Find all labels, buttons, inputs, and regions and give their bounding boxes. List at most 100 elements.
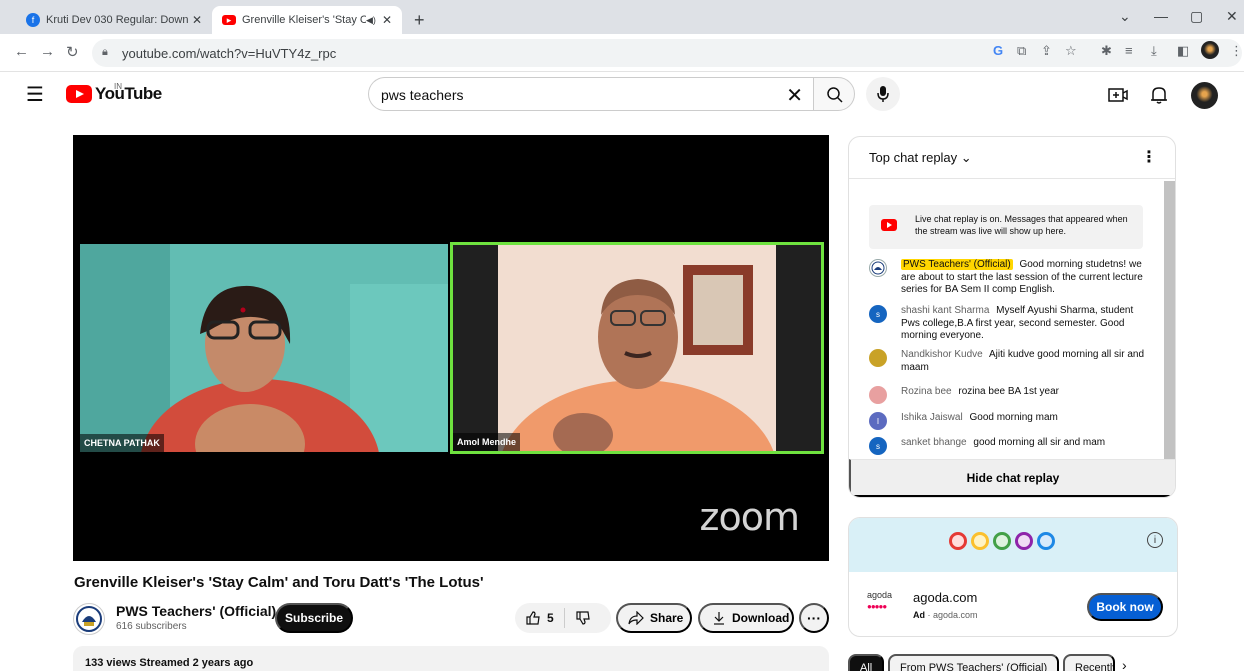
channel-avatar[interactable] (73, 603, 105, 635)
chip-recently-uploaded[interactable]: Recently up (1063, 654, 1115, 671)
chat-message-text: PWS Teachers' (Official) Good morning st… (901, 259, 1149, 297)
browser-toolbar: ← → ↻ 🔒︎ youtube.com/watch?v=HuVTY4z_rpc… (0, 34, 1244, 72)
share-page-icon[interactable]: ⇪ (1041, 43, 1052, 59)
ad-subline: Ad · agoda.com (913, 610, 978, 620)
browser-menu-icon[interactable]: ⋮ (1230, 43, 1243, 59)
ad-info-icon[interactable]: i (1147, 532, 1163, 548)
clear-search-icon[interactable]: ✕ (786, 83, 803, 108)
video-player[interactable]: CHETNA PATHAK Amol Mendhe zoom (73, 135, 829, 561)
minimize-icon[interactable]: — (1154, 8, 1168, 24)
agoda-banner-graphic (949, 532, 1059, 550)
back-arrow-icon[interactable]: ← (14, 43, 29, 60)
chat-avatar: s (869, 305, 887, 323)
chevron-down-icon: ⌄ (960, 150, 972, 165)
speaker-icon[interactable]: ◀) (366, 15, 376, 26)
chat-message-text: Rozina bee rozina bee BA 1st year (901, 386, 1149, 399)
window-close-icon[interactable]: ✕ (1226, 8, 1238, 25)
tab-title: Grenville Kleiser's 'Stay Calm' (242, 14, 367, 26)
search-button[interactable] (813, 77, 855, 111)
tab-search-icon[interactable]: ⌄ (1119, 8, 1131, 25)
share-label: Share (650, 611, 684, 625)
view-count-and-date: 133 views Streamed 2 years ago (85, 657, 254, 669)
chat-author-owner: PWS Teachers' (Official) (901, 259, 1013, 270)
profile-avatar[interactable] (1201, 41, 1219, 59)
browser-tabstrip: f Kruti Dev 030 Regular: Download ✕ ▸ Gr… (0, 0, 1244, 34)
bubble-icon (949, 532, 967, 550)
more-horizontal-icon: ··· (807, 610, 821, 626)
youtube-favicon-icon: ▸ (222, 15, 236, 25)
youtube-play-icon (66, 85, 92, 103)
chat-message-text: Nandkishor Kudve Ajiti kudve good mornin… (901, 349, 1149, 374)
chat-avatar (869, 386, 887, 404)
video-title: Grenville Kleiser's 'Stay Calm' and Toru… (74, 574, 484, 591)
chat-mode-label: Top chat replay (869, 150, 958, 165)
book-now-button[interactable]: Book now (1087, 593, 1163, 621)
download-button[interactable]: Download (698, 603, 794, 633)
install-app-icon[interactable]: ⧉ (1017, 43, 1026, 59)
bookmark-star-icon[interactable]: ☆ (1065, 43, 1077, 59)
chat-avatar: I (869, 412, 887, 430)
extensions-icon[interactable]: ✱ (1101, 43, 1112, 59)
downloads-icon[interactable]: ⤓ (1151, 43, 1157, 59)
chevron-right-icon[interactable]: › (1122, 657, 1127, 671)
like-count: 5 (547, 611, 554, 625)
chat-message-list[interactable]: Live chat replay is on. Messages that ap… (849, 179, 1175, 461)
country-code: IN (114, 82, 122, 91)
share-button[interactable]: Share (616, 603, 692, 633)
bubble-icon (1037, 532, 1055, 550)
agoda-logo-dots: ●●●●● (867, 602, 887, 611)
bubble-icon (993, 532, 1011, 550)
bubble-icon (971, 532, 989, 550)
reload-icon[interactable]: ↻ (66, 43, 79, 61)
create-video-icon[interactable] (1108, 86, 1128, 104)
description-box[interactable]: 133 views Streamed 2 years ago (73, 646, 829, 671)
search-query: pws teachers (381, 87, 464, 103)
chat-avatar (869, 349, 887, 367)
youtube-masthead: ☰ YouTube IN pws teachers ✕ (0, 72, 1244, 120)
chip-all[interactable]: All (848, 654, 885, 671)
participant-name-label: CHETNA PATHAK (80, 434, 164, 452)
search-input[interactable]: pws teachers ✕ (368, 77, 813, 111)
tab-favicon-icon: f (26, 13, 40, 27)
guide-menu-icon[interactable]: ☰ (26, 82, 44, 107)
side-panel-icon[interactable]: ◧ (1177, 43, 1189, 59)
account-avatar[interactable] (1191, 82, 1218, 109)
hide-chat-replay-button[interactable]: Hide chat replay (849, 459, 1175, 497)
browser-tab-youtube[interactable]: ▸ Grenville Kleiser's 'Stay Calm' ◀) ✕ (212, 6, 402, 34)
subscribe-button[interactable]: Subscribe (275, 603, 353, 633)
browser-tab-kruti[interactable]: f Kruti Dev 030 Regular: Download ✕ (16, 6, 212, 34)
search-icon (827, 87, 843, 103)
chat-scrollbar[interactable] (1164, 181, 1175, 461)
sponsored-ad-card[interactable]: i agoda ●●●●● agoda.com Ad · agoda.com B… (848, 517, 1178, 637)
google-translate-icon[interactable]: G (993, 43, 1003, 58)
channel-name-link[interactable]: PWS Teachers' (Official) (116, 603, 276, 619)
chip-from-channel[interactable]: From PWS Teachers' (Official) (888, 654, 1060, 671)
forward-arrow-icon[interactable]: → (40, 43, 55, 60)
more-actions-button[interactable]: ··· (799, 603, 829, 633)
ad-banner-image[interactable]: i (849, 518, 1177, 572)
dislike-button[interactable] (565, 603, 607, 633)
notifications-bell-icon[interactable] (1150, 85, 1168, 105)
chat-message-text: shashi kant Sharma Myself Ayushi Sharma,… (901, 305, 1149, 343)
agoda-logo: agoda (867, 590, 893, 600)
reading-list-icon[interactable]: ≡ (1125, 43, 1133, 58)
bubble-icon (1015, 532, 1033, 550)
tab-title: Kruti Dev 030 Regular: Download (46, 14, 188, 26)
new-tab-button[interactable]: + (414, 10, 425, 31)
youtube-play-icon (881, 219, 897, 231)
download-label: Download (732, 611, 790, 625)
ad-title[interactable]: agoda.com (913, 590, 977, 605)
youtube-wordmark: YouTube (95, 84, 162, 103)
tab-close-icon[interactable]: ✕ (382, 13, 392, 27)
participant-name-label: Amol Mendhe (453, 433, 521, 451)
chat-mode-dropdown[interactable]: Top chat replay ⌄ (869, 150, 972, 166)
lock-icon[interactable]: 🔒︎ (102, 46, 108, 59)
like-button[interactable]: 5 (515, 603, 564, 633)
microphone-icon (877, 86, 889, 102)
tab-close-icon[interactable]: ✕ (192, 13, 202, 27)
voice-search-button[interactable] (866, 77, 900, 111)
channel-logo-icon (871, 261, 885, 275)
chat-menu-icon[interactable]: ⋮ (1141, 147, 1157, 167)
chat-author: shashi kant Sharma (901, 305, 990, 316)
maximize-icon[interactable]: ▢ (1190, 8, 1203, 25)
